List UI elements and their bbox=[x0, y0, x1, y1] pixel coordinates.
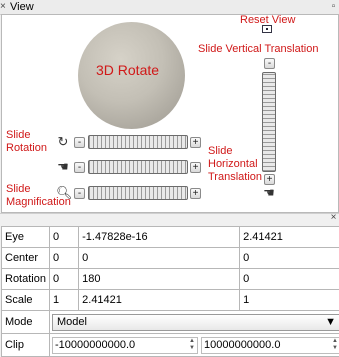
spin-arrows-icon[interactable]: ▲▼ bbox=[332, 338, 338, 352]
property-value[interactable]: 0 bbox=[49, 269, 78, 290]
sphere-label: 3D Rotate bbox=[96, 62, 159, 78]
spin-arrows-icon[interactable]: ▲▼ bbox=[189, 338, 195, 352]
slide-horizontal-label-1: Slide bbox=[208, 145, 232, 158]
property-value[interactable]: 0 bbox=[240, 269, 339, 290]
property-label: Eye bbox=[2, 227, 50, 248]
magnification-plus-button[interactable]: + bbox=[190, 188, 201, 199]
property-row-rotation: Rotation 0 180 0 bbox=[2, 269, 339, 290]
vertical-plus-button[interactable]: + bbox=[264, 174, 275, 185]
window-title: View bbox=[10, 0, 34, 14]
property-value[interactable]: 0 bbox=[240, 248, 339, 269]
clip-near-value: -10000000000.0 bbox=[55, 339, 135, 351]
hand-icon: ☚ bbox=[262, 186, 276, 200]
property-value[interactable]: 0 bbox=[49, 248, 78, 269]
reset-view-icon[interactable] bbox=[262, 25, 272, 33]
panel-splitter[interactable] bbox=[0, 213, 339, 222]
property-value[interactable]: 0 bbox=[49, 227, 78, 248]
property-label: Center bbox=[2, 248, 50, 269]
clip-near-spinbox[interactable]: -10000000000.0 ▲▼ bbox=[52, 337, 198, 354]
property-label: Mode bbox=[2, 311, 50, 334]
property-label: Rotation bbox=[2, 269, 50, 290]
property-row-clip: Clip -10000000000.0 ▲▼ 10000000000.0 ▲▼ bbox=[2, 334, 339, 357]
vertical-minus-button[interactable]: - bbox=[264, 58, 275, 69]
properties-table: Eye 0 -1.47828e-16 2.41421 Center 0 0 0 … bbox=[1, 226, 339, 357]
clip-cell: -10000000000.0 ▲▼ 10000000000.0 ▲▼ bbox=[49, 334, 339, 357]
clip-far-spinbox[interactable]: 10000000000.0 ▲▼ bbox=[201, 337, 339, 354]
property-value[interactable]: 180 bbox=[79, 269, 240, 290]
properties-close-icon[interactable]: × bbox=[328, 212, 339, 224]
slide-rotation-label-1: Slide bbox=[6, 129, 30, 142]
property-value[interactable]: 1 bbox=[240, 290, 339, 311]
property-row-mode: Mode Model ▼ bbox=[2, 311, 339, 334]
property-label: Clip bbox=[2, 334, 50, 357]
horizontal-minus-button[interactable]: - bbox=[74, 162, 85, 173]
rotation-minus-button[interactable]: - bbox=[74, 137, 85, 148]
window-titlebar bbox=[0, 0, 339, 15]
property-value[interactable]: 0 bbox=[79, 248, 240, 269]
mode-selected: Model bbox=[57, 316, 87, 328]
property-row-scale: Scale 1 2.41421 1 bbox=[2, 290, 339, 311]
rotation-slider[interactable] bbox=[88, 135, 188, 149]
mode-select[interactable]: Model ▼ bbox=[52, 314, 339, 331]
mode-cell: Model ▼ bbox=[49, 311, 339, 334]
horizontal-translation-slider[interactable] bbox=[88, 160, 188, 174]
property-value[interactable]: 2.41421 bbox=[240, 227, 339, 248]
slide-rotation-label-2: Rotation bbox=[6, 142, 47, 155]
rotate-icon: ↻ bbox=[56, 135, 70, 149]
property-value[interactable]: 2.41421 bbox=[79, 290, 240, 311]
slide-horizontal-label-3: Translation bbox=[208, 171, 262, 184]
slide-vertical-label: Slide Vertical Translation bbox=[198, 43, 318, 56]
rotation-plus-button[interactable]: + bbox=[190, 137, 201, 148]
slide-horizontal-label-2: Horizontal bbox=[208, 158, 258, 171]
horizontal-plus-button[interactable]: + bbox=[190, 162, 201, 173]
magnification-slider[interactable] bbox=[88, 186, 188, 200]
chevron-down-icon: ▼ bbox=[325, 316, 336, 328]
property-value[interactable]: 1 bbox=[49, 290, 78, 311]
property-row-center: Center 0 0 0 bbox=[2, 248, 339, 269]
hand-icon: ☚ bbox=[56, 160, 70, 174]
dock-close-icon[interactable]: × bbox=[0, 1, 9, 12]
magnification-minus-button[interactable]: - bbox=[74, 188, 85, 199]
property-value[interactable]: -1.47828e-16 bbox=[79, 227, 240, 248]
vertical-translation-slider[interactable] bbox=[262, 72, 276, 172]
slide-magnification-label-1: Slide bbox=[6, 183, 30, 196]
magnifier-icon: 🔍︎ bbox=[56, 186, 70, 200]
clip-far-value: 10000000000.0 bbox=[204, 339, 280, 351]
property-row-eye: Eye 0 -1.47828e-16 2.41421 bbox=[2, 227, 339, 248]
property-label: Scale bbox=[2, 290, 50, 311]
float-icon[interactable]: ▫ bbox=[328, 0, 339, 14]
